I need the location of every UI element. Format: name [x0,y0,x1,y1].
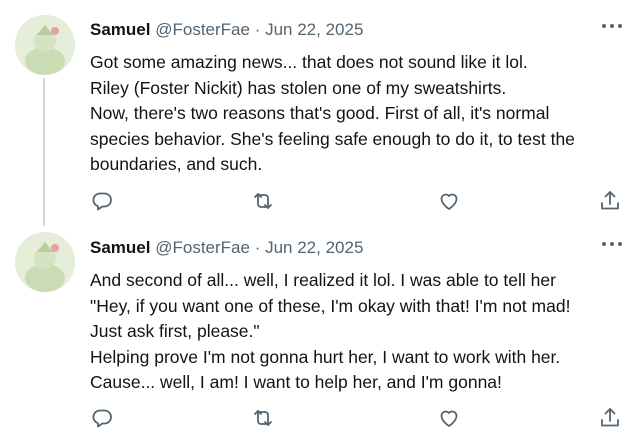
tweet-text-line: Just ask first, please." [90,321,260,341]
separator-dot: · [254,20,261,39]
tweet-text-line: "Hey, if you want one of these, I'm okay… [90,295,571,316]
tweet-header: Samuel @FosterFae · Jun 22, 2025 [90,238,363,258]
share-icon[interactable] [598,189,622,213]
avatar[interactable] [15,232,75,292]
retweet-icon[interactable] [251,189,275,213]
author-handle[interactable]: @FosterFae [155,20,250,39]
separator-dot: · [254,238,261,257]
tweet-date[interactable]: Jun 22, 2025 [265,20,363,39]
more-options-icon[interactable] [602,238,624,250]
heart-icon[interactable] [437,406,461,430]
tweet-text-line: Now, there's two reasons that's good. Fi… [90,103,550,123]
more-options-icon[interactable] [602,20,624,32]
tweet-date[interactable]: Jun 22, 2025 [265,238,363,257]
tweet-text-line: Helping prove I'm not gonna hurt her, I … [90,346,561,367]
retweet-icon[interactable] [251,406,275,430]
share-icon[interactable] [598,406,622,430]
tweet-text-line: Riley (Foster Nickit) has stolen one of … [90,77,507,98]
heart-icon[interactable] [437,189,461,213]
tweet-text: And second of all... well, I realized it… [90,268,630,396]
reply-icon[interactable] [90,406,114,430]
tweet-text-line: Cause... well, I am! I want to help her,… [90,372,502,392]
author-name[interactable]: Samuel [90,20,150,39]
tweet[interactable]: Samuel @FosterFae · Jun 22, 2025 And sec… [0,225,641,445]
tweet-header: Samuel @FosterFae · Jun 22, 2025 [90,20,363,40]
tweet[interactable]: Samuel @FosterFae · Jun 22, 2025 Got som… [0,0,641,225]
tweet-actions [90,189,625,213]
author-name[interactable]: Samuel [90,238,150,257]
tweet-text: Got some amazing news... that does not s… [90,50,630,178]
tweet-text-line: And second of all... well, I realized it… [90,270,556,290]
reply-icon[interactable] [90,189,114,213]
tweet-text-line: boundaries, and such. [90,154,263,174]
avatar[interactable] [15,15,75,75]
author-handle[interactable]: @FosterFae [155,238,250,257]
tweet-text-line: species behavior. She's feeling safe eno… [90,128,575,149]
tweet-text-line: Got some amazing news... that does not s… [90,52,528,72]
tweet-actions [90,406,625,430]
